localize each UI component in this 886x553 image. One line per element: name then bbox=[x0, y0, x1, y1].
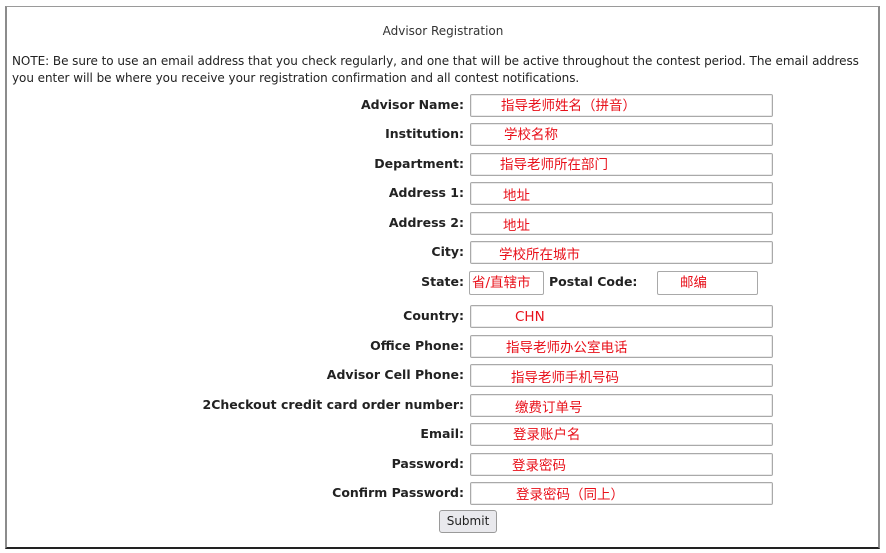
department-label: Department: bbox=[374, 156, 464, 171]
address-2-input[interactable]: 地址 bbox=[470, 212, 773, 235]
address-2-label: Address 2: bbox=[388, 215, 464, 230]
row-office-phone: Office Phone: 指导老师办公室电话 bbox=[0, 335, 886, 359]
department-input[interactable]: 指导老师所在部门 bbox=[470, 153, 773, 176]
cell-phone-input[interactable]: 指导老师手机号码 bbox=[470, 364, 773, 387]
row-state-postal: State: 省/直辖市 Postal Code: 邮编 bbox=[0, 271, 886, 295]
postal-code-input[interactable]: 邮编 bbox=[657, 271, 758, 295]
institution-input[interactable]: 学校名称 bbox=[470, 123, 773, 146]
address-1-value: 地址 bbox=[503, 188, 530, 204]
address-1-input[interactable]: 地址 bbox=[470, 182, 773, 205]
row-country: Country: CHN bbox=[0, 305, 886, 329]
confirm-password-input[interactable]: 登录密码（同上） bbox=[470, 482, 773, 505]
email-label: Email: bbox=[420, 426, 464, 441]
row-order-number: 2Checkout credit card order number: 缴费订单… bbox=[0, 394, 886, 418]
office-phone-input[interactable]: 指导老师办公室电话 bbox=[470, 335, 773, 358]
state-value: 省/直辖市 bbox=[472, 275, 531, 291]
password-value: 登录密码 bbox=[512, 458, 566, 474]
institution-label: Institution: bbox=[385, 126, 464, 141]
password-input[interactable]: 登录密码 bbox=[470, 453, 773, 476]
order-number-input[interactable]: 缴费订单号 bbox=[470, 394, 773, 417]
advisor-name-label: Advisor Name: bbox=[361, 97, 464, 112]
page-title: Advisor Registration bbox=[382, 24, 504, 38]
row-address-2: Address 2: 地址 bbox=[0, 212, 886, 236]
row-city: City: 学校所在城市 bbox=[0, 241, 886, 265]
row-address-1: Address 1: 地址 bbox=[0, 182, 886, 206]
row-institution: Institution: 学校名称 bbox=[0, 123, 886, 147]
state-label: State: bbox=[421, 274, 464, 289]
city-value: 学校所在城市 bbox=[499, 247, 580, 263]
country-label: Country: bbox=[403, 308, 464, 323]
postal-code-label: Postal Code: bbox=[549, 274, 638, 289]
row-advisor-name: Advisor Name: 指导老师姓名（拼音） bbox=[0, 94, 886, 118]
advisor-name-value: 指导老师姓名（拼音） bbox=[501, 98, 636, 114]
order-number-value: 缴费订单号 bbox=[515, 400, 583, 416]
row-email: Email: 登录账户名 bbox=[0, 423, 886, 447]
submit-button[interactable]: Submit bbox=[439, 510, 497, 533]
address-2-value: 地址 bbox=[503, 218, 530, 234]
advisor-name-input[interactable]: 指导老师姓名（拼音） bbox=[470, 94, 773, 117]
country-input[interactable]: CHN bbox=[470, 305, 773, 328]
country-value: CHN bbox=[515, 309, 545, 325]
row-confirm-password: Confirm Password: 登录密码（同上） bbox=[0, 482, 886, 506]
city-label: City: bbox=[431, 244, 464, 259]
row-department: Department: 指导老师所在部门 bbox=[0, 153, 886, 177]
office-phone-value: 指导老师办公室电话 bbox=[506, 340, 628, 356]
address-1-label: Address 1: bbox=[388, 185, 464, 200]
order-number-label: 2Checkout credit card order number: bbox=[202, 397, 464, 412]
confirm-password-value: 登录密码（同上） bbox=[516, 487, 624, 503]
row-password: Password: 登录密码 bbox=[0, 453, 886, 477]
cell-phone-label: Advisor Cell Phone: bbox=[326, 367, 464, 382]
email-input[interactable]: 登录账户名 bbox=[470, 423, 773, 446]
postal-code-value: 邮编 bbox=[680, 275, 707, 291]
office-phone-label: Office Phone: bbox=[370, 338, 464, 353]
institution-value: 学校名称 bbox=[504, 127, 558, 143]
email-note: NOTE: Be sure to use an email address th… bbox=[12, 54, 859, 85]
password-label: Password: bbox=[391, 456, 464, 471]
department-value: 指导老师所在部门 bbox=[500, 157, 608, 173]
email-value: 登录账户名 bbox=[513, 427, 581, 443]
city-input[interactable]: 学校所在城市 bbox=[470, 241, 773, 264]
confirm-password-label: Confirm Password: bbox=[332, 485, 464, 500]
state-input[interactable]: 省/直辖市 bbox=[469, 271, 544, 295]
cell-phone-value: 指导老师手机号码 bbox=[511, 370, 619, 386]
row-cell-phone: Advisor Cell Phone: 指导老师手机号码 bbox=[0, 364, 886, 388]
